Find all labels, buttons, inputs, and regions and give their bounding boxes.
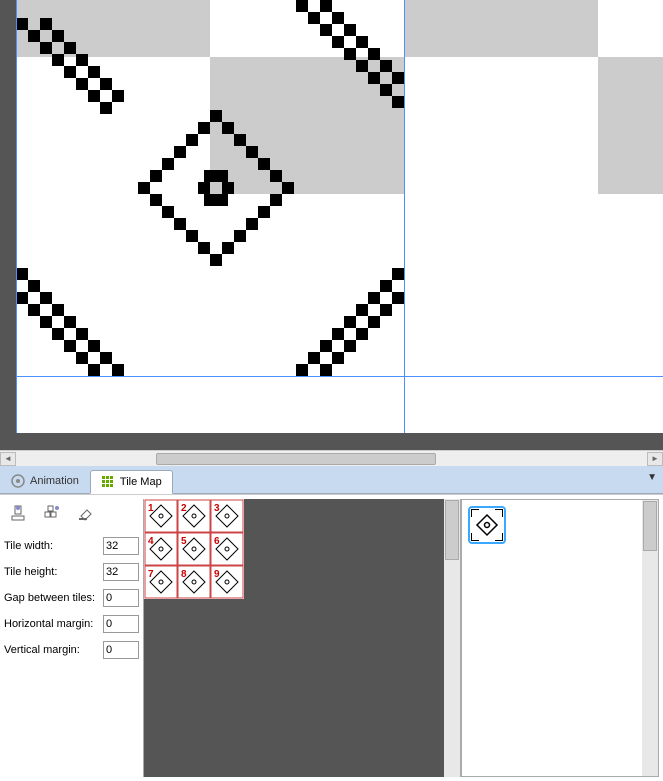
erase-tool-button[interactable] <box>76 503 96 523</box>
svg-text:6: 6 <box>214 536 220 547</box>
tile-height-row: Tile height: <box>4 561 139 583</box>
grid-line <box>16 376 663 377</box>
tile-bg <box>598 0 663 57</box>
canvas-viewport[interactable] <box>0 0 663 450</box>
gap-row: Gap between tiles: <box>4 587 139 609</box>
tileset-scrollbar[interactable] <box>444 499 460 777</box>
selection-scrollbar[interactable] <box>642 500 658 776</box>
tilemap-settings: Tile width: Tile height: Gap between til… <box>0 495 143 781</box>
vmargin-label: Vertical margin: <box>4 644 80 656</box>
animation-icon <box>11 474 25 488</box>
scroll-left-arrow[interactable]: ◄ <box>0 452 16 466</box>
svg-text:4: 4 <box>148 536 154 547</box>
tile-height-input[interactable] <box>103 563 139 581</box>
tilemap-panel: Tile width: Tile height: Gap between til… <box>0 494 663 781</box>
hmargin-row: Horizontal margin: <box>4 613 139 635</box>
panel-menu-dropdown[interactable]: ▼ <box>647 472 657 483</box>
svg-text:8: 8 <box>181 569 187 580</box>
scroll-thumb[interactable] <box>445 500 459 560</box>
svg-text:5: 5 <box>181 536 187 547</box>
scroll-right-arrow[interactable]: ► <box>647 452 663 466</box>
tileset-viewer[interactable]: 1 2 3 4 5 6 7 8 9 <box>143 499 461 777</box>
svg-text:2: 2 <box>181 503 187 514</box>
svg-text:3: 3 <box>214 503 220 514</box>
scroll-thumb[interactable] <box>643 501 657 551</box>
scroll-track[interactable] <box>16 452 647 466</box>
svg-text:9: 9 <box>214 569 220 580</box>
tilemap-icon <box>101 475 115 489</box>
tab-bar: Animation Tile Map ▼ <box>0 466 663 494</box>
eraser-icon <box>77 504 95 522</box>
svg-text:7: 7 <box>148 569 154 580</box>
stamp-tool-button[interactable] <box>8 503 28 523</box>
tile-width-label: Tile width: <box>4 540 53 552</box>
hmargin-input[interactable] <box>103 615 139 633</box>
tile-bg <box>404 0 598 57</box>
fill-tool-button[interactable] <box>42 503 62 523</box>
tab-tilemap[interactable]: Tile Map <box>90 470 173 494</box>
tileset-grid-icon: 1 2 3 4 5 6 7 8 9 <box>144 499 244 599</box>
tab-label: Animation <box>30 475 79 487</box>
tile-width-row: Tile width: <box>4 535 139 557</box>
vmargin-row: Vertical margin: <box>4 639 139 661</box>
tool-row <box>4 501 139 531</box>
tab-label: Tile Map <box>120 476 162 488</box>
tileset-image[interactable]: 1 2 3 4 5 6 7 8 9 <box>144 499 244 599</box>
tile-width-input[interactable] <box>103 537 139 555</box>
tab-animation[interactable]: Animation <box>0 469 90 493</box>
gap-label: Gap between tiles: <box>4 592 95 604</box>
horizontal-scrollbar[interactable]: ◄ ► <box>0 450 663 466</box>
hmargin-label: Horizontal margin: <box>4 618 93 630</box>
stamp-icon <box>9 504 27 522</box>
grid-line <box>16 0 17 433</box>
selected-tiles-panel[interactable] <box>461 499 659 777</box>
svg-text:1: 1 <box>148 503 154 514</box>
selected-tile[interactable] <box>468 506 506 544</box>
canvas[interactable] <box>16 0 663 433</box>
pixel-art-overlay <box>16 0 404 376</box>
grid-line <box>404 0 405 433</box>
diamond-tile-icon <box>471 509 503 541</box>
fill-icon <box>43 504 61 522</box>
scroll-thumb[interactable] <box>156 453 436 465</box>
gap-input[interactable] <box>103 589 139 607</box>
tile-height-label: Tile height: <box>4 566 57 578</box>
vmargin-input[interactable] <box>103 641 139 659</box>
